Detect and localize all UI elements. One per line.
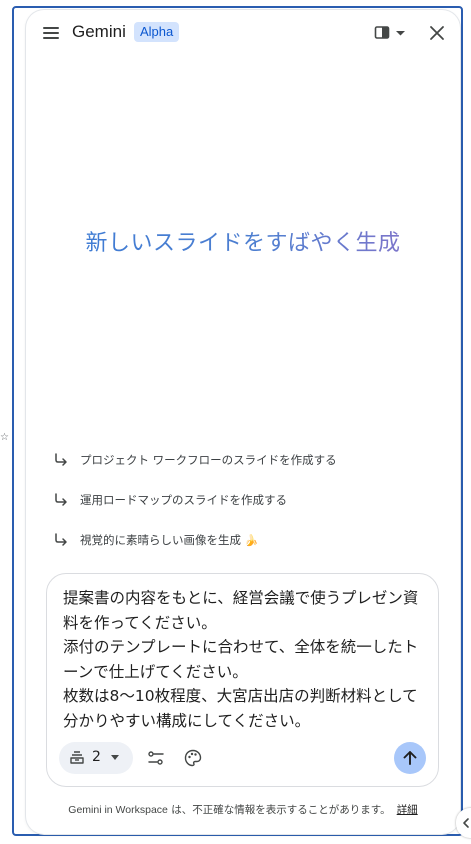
arrow-up-icon [403, 751, 417, 765]
close-button[interactable] [426, 22, 448, 44]
panel-layout-button[interactable] [374, 24, 408, 42]
suggestion-item[interactable]: 視覚的に素晴らしい画像を生成 🍌 [50, 528, 440, 568]
footer-notice: は、不正確な情報を表示することがあります。 [167, 804, 391, 816]
footer-brand: Gemini in Workspace [68, 804, 168, 816]
suggestion-label: 運用ロードマップのスライドを作成する [80, 493, 287, 507]
arrow-return-icon [55, 533, 67, 546]
banana-icon: 🍌 [244, 534, 259, 547]
prompt-toolbar: 2 [59, 741, 429, 775]
panel-layout-icon [374, 26, 405, 39]
close-icon [430, 26, 444, 40]
attachments-chip[interactable]: 2 [59, 742, 133, 774]
page-edge-star: ☆ [0, 432, 9, 443]
gemini-side-panel: Gemini Alpha 新しいスライドをすばやく生成 プロジェクト ワークフロ… [26, 10, 460, 834]
suggestion-label: 視覚的に素晴らしい画像を生成 🍌 [80, 531, 258, 550]
chevron-down-icon [111, 755, 119, 760]
panel-title: Gemini [72, 22, 126, 41]
suggestion-item[interactable]: 運用ロードマップのスライドを作成する [50, 488, 440, 528]
panel-header: Gemini Alpha [26, 10, 460, 56]
stack-icon [70, 751, 84, 764]
arrow-return-icon [55, 453, 67, 466]
disclaimer-footer: Gemini in Workspace は、不正確な情報を表示することがあります… [26, 802, 460, 817]
hamburger-menu-icon[interactable] [40, 22, 62, 44]
alpha-badge: Alpha [134, 22, 180, 42]
arrow-return-icon [55, 493, 67, 506]
send-button[interactable] [394, 742, 426, 774]
palette-button[interactable] [183, 748, 203, 768]
suggestion-item[interactable]: プロジェクト ワークフローのスライドを作成する [50, 448, 440, 488]
tools-button[interactable] [147, 749, 165, 767]
chevron-left-icon [463, 818, 469, 828]
tune-icon [148, 751, 164, 765]
prompt-input-card[interactable]: 提案書の内容をもとに、経営会議で使うプレゼン資料を作ってください。 添付のテンプ… [46, 573, 439, 787]
palette-icon [184, 749, 202, 767]
details-link[interactable]: 詳細 [397, 804, 418, 816]
prompt-input[interactable]: 提案書の内容をもとに、経営会議で使うプレゼン資料を作ってください。 添付のテンプ… [63, 586, 423, 733]
attachment-count: 2 [92, 749, 101, 765]
hero-title: 新しいスライドをすばやく生成 [26, 225, 460, 257]
suggestion-list: プロジェクト ワークフローのスライドを作成する 運用ロードマップのスライドを作成… [50, 448, 440, 568]
suggestion-label-text: 視覚的に素晴らしい画像を生成 [80, 533, 241, 547]
suggestion-label: プロジェクト ワークフローのスライドを作成する [80, 453, 337, 467]
